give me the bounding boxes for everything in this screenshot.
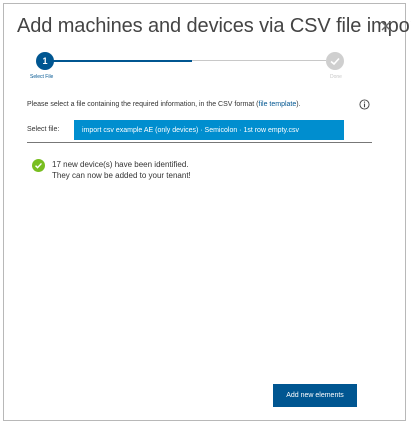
close-icon[interactable] [378,18,394,34]
add-new-elements-button[interactable]: Add new elements [273,384,357,407]
step-1-indicator: 1 [36,52,54,70]
step-2-label: Done [330,74,342,80]
instruction-prefix: Please select a file containing the requ… [27,101,259,108]
dialog-title: Add machines and devices via CSV file im… [17,15,411,37]
select-file-label: Select file: [27,126,60,133]
instruction-text: Please select a file containing the requ… [27,101,301,108]
instruction-suffix: ). [296,101,301,108]
file-template-link[interactable]: file template [259,101,297,108]
step-1-label: Select File [30,74,54,80]
stepper-progress-line [52,60,192,62]
result-line-2: They can now be added to your tenant! [52,171,191,180]
info-icon[interactable] [359,99,370,110]
step-2-indicator [326,52,344,70]
stepper: 1 Select File Done [4,46,407,86]
import-dialog: Add machines and devices via CSV file im… [3,3,411,421]
stepper-remaining-line [192,60,326,61]
file-select-row: Select file: import csv example AE (only… [27,120,372,143]
check-circle-icon [32,159,45,172]
result-line-1: 17 new device(s) have been identified. [52,160,189,169]
file-select-input[interactable]: import csv example AE (only devices) · S… [74,120,344,140]
result-text: 17 new device(s) have been identified. T… [52,159,191,181]
check-icon [330,57,340,66]
step-1-number: 1 [42,56,48,66]
